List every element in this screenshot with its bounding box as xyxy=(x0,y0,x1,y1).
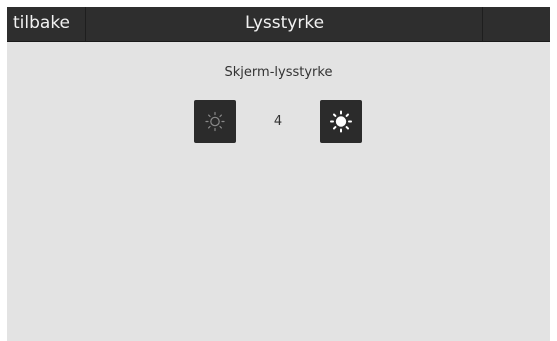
top-bar: tilbake Lysstyrke xyxy=(7,7,550,42)
brightness-screen: tilbake Lysstyrke Skjerm-lysstyrke 4 xyxy=(7,7,550,341)
decrease-brightness-button[interactable] xyxy=(194,100,236,143)
sun-filled-icon xyxy=(330,110,352,133)
screen-brightness-label: Skjerm-lysstyrke xyxy=(224,65,333,80)
sun-outline-icon xyxy=(205,111,225,132)
brightness-value: 4 xyxy=(273,114,283,129)
page-title: Lysstyrke xyxy=(244,13,325,33)
increase-brightness-button[interactable] xyxy=(320,100,362,143)
top-bar-right-slot xyxy=(482,7,550,41)
back-button[interactable]: tilbake xyxy=(7,7,86,41)
